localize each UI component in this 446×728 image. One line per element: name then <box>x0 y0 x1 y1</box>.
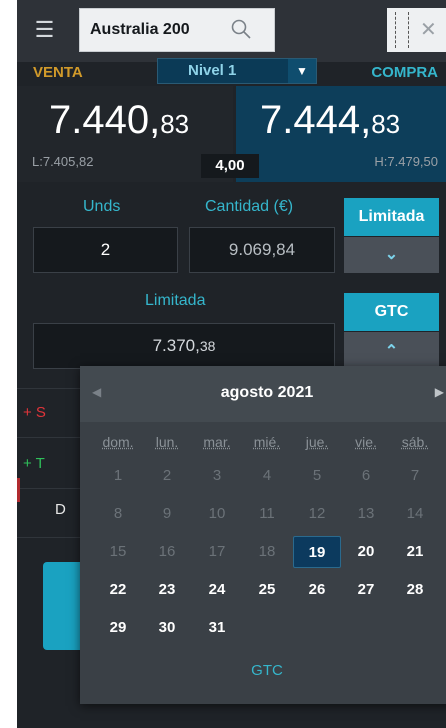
limit-label: Limitada <box>145 292 206 309</box>
duration-dropdown[interactable]: ⌃ <box>344 332 439 370</box>
weekday-header: jue. <box>305 434 329 450</box>
calendar-day: 14 <box>406 505 424 522</box>
ticket-header: ☰ Australia 200 ✕ <box>17 0 446 62</box>
high-price: H:7.479,50 <box>374 154 438 169</box>
sell-label: VENTA <box>33 64 83 81</box>
calendar-day: 4 <box>262 467 272 484</box>
sell-price: 7.440,83 <box>49 98 189 143</box>
calendar-day: 12 <box>308 505 326 522</box>
chevron-down-icon: ⌄ <box>384 246 399 263</box>
amount-label: Cantidad (€) <box>205 198 294 215</box>
drag-handle-icon[interactable] <box>395 12 409 48</box>
calendar-day[interactable]: 31 <box>193 612 241 644</box>
sell-price-main: 7.440, <box>49 98 161 142</box>
weekday-header: vie. <box>355 434 377 450</box>
calendar-day: 3 <box>212 467 222 484</box>
units-input[interactable]: 2 <box>33 227 178 273</box>
calendar-day[interactable]: 24 <box>193 574 241 606</box>
calendar-day: 5 <box>312 467 322 484</box>
limit-price-input[interactable]: 7.370,38 <box>33 323 335 369</box>
chevron-up-icon: ⌃ <box>384 343 399 360</box>
date-picker: ◀ agosto 2021 ▶ dom. lun. mar. mié. jue. vie.… <box>80 366 446 704</box>
level-selector[interactable]: Nivel 1 ▼ <box>157 58 317 84</box>
calendar-day[interactable]: 30 <box>143 612 191 644</box>
units-label: Unds <box>83 198 121 215</box>
low-price: L:7.405,82 <box>32 154 94 169</box>
sell-price-decimals: 83 <box>160 109 190 139</box>
calendar-day: 6 <box>361 467 371 484</box>
amount-input[interactable]: 9.069,84 <box>189 227 335 273</box>
calendar-day[interactable]: 26 <box>293 574 341 606</box>
chevron-down-icon[interactable]: ▼ <box>288 59 316 83</box>
calendar-day: 9 <box>162 505 172 522</box>
menu-icon[interactable]: ☰ <box>17 8 72 52</box>
weekday-header: mié. <box>253 434 281 450</box>
weekday-header: mar. <box>203 434 231 450</box>
close-icon[interactable]: ✕ <box>420 17 437 43</box>
calendar-day: 16 <box>158 543 176 560</box>
close-area: ✕ <box>387 8 446 52</box>
calendar-day: 1 <box>113 467 123 484</box>
calendar-day: 18 <box>258 543 276 560</box>
calendar-day[interactable]: 29 <box>94 612 142 644</box>
calendar-day[interactable]: 22 <box>94 574 142 606</box>
duration-button[interactable]: GTC <box>344 293 439 331</box>
calendar-day[interactable]: 28 <box>391 574 439 606</box>
red-marker <box>17 478 20 502</box>
calendar-day: 7 <box>410 467 420 484</box>
add-target-row[interactable]: + T <box>23 455 45 472</box>
calendar-day: 2 <box>162 467 172 484</box>
instrument-name: Australia 200 <box>90 21 190 38</box>
calendar-gtc-link[interactable]: GTC <box>80 662 446 679</box>
calendar-day[interactable]: 21 <box>391 536 439 568</box>
calendar-day: 8 <box>113 505 123 522</box>
instrument-search[interactable]: Australia 200 <box>79 8 275 52</box>
limit-price-decimals: 38 <box>199 338 216 354</box>
calendar-day: 17 <box>208 543 226 560</box>
calendar-day: 15 <box>109 543 127 560</box>
weekday-header: lun. <box>155 434 179 450</box>
calendar-day[interactable]: 25 <box>243 574 291 606</box>
limit-price-main: 7.370, <box>152 336 200 355</box>
calendar-day[interactable]: 27 <box>342 574 390 606</box>
weekday-header: dom. <box>102 434 134 450</box>
trade-panel: ☰ Australia 200 ✕ VENTA Nivel 1 ▼ COMPRA… <box>17 0 446 728</box>
buy-price-decimals: 83 <box>371 109 401 139</box>
calendar-day: 10 <box>208 505 226 522</box>
calendar-day[interactable]: 20 <box>342 536 390 568</box>
calendar-title: agosto 2021 <box>220 384 314 401</box>
calendar-header: ◀ agosto 2021 ▶ <box>80 366 446 422</box>
level-label: Nivel 1 <box>188 62 237 79</box>
order-type-button[interactable]: Limitada <box>344 198 439 236</box>
search-icon[interactable] <box>230 18 252 40</box>
buy-label: COMPRA <box>371 64 438 81</box>
calendar-day-selected[interactable]: 19 <box>293 536 341 568</box>
spread-badge: 4,00 <box>201 154 259 178</box>
calendar-day: 13 <box>357 505 375 522</box>
calendar-day: 11 <box>259 505 275 522</box>
next-month-icon[interactable]: ▶ <box>435 385 444 399</box>
buy-price-main: 7.444, <box>260 98 372 142</box>
weekday-header: sáb. <box>401 434 429 450</box>
buy-price: 7.444,83 <box>260 98 400 143</box>
calendar-day[interactable]: 23 <box>143 574 191 606</box>
order-type-dropdown[interactable]: ⌄ <box>344 237 439 273</box>
add-stop-row[interactable]: + S <box>23 404 46 421</box>
details-row[interactable]: D <box>55 501 66 518</box>
